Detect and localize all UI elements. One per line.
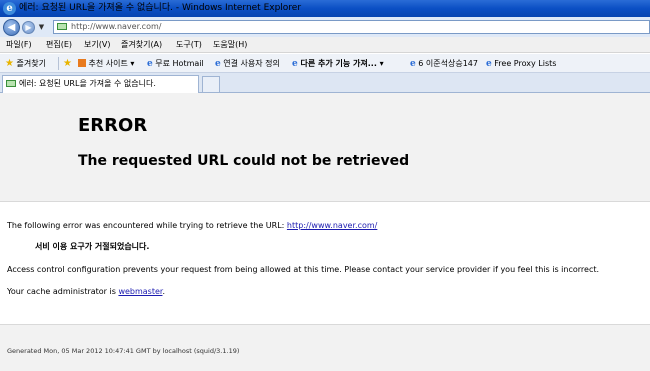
ie-page-icon: e — [486, 59, 492, 69]
ie-page-icon: e — [410, 59, 416, 69]
error-intro-line: The following error was encountered whil… — [7, 220, 377, 232]
webmaster-link[interactable]: webmaster — [118, 287, 162, 296]
recent-pages-chevron-down-icon[interactable]: ▼ — [37, 23, 46, 32]
favorite-item-customize-links[interactable]: e 연결 사용자 정의 — [215, 54, 280, 73]
menu-edit[interactable]: 편집(E) — [46, 37, 72, 53]
forward-button[interactable]: ▶ — [22, 21, 35, 34]
error-subheading: The requested URL could not be retrieved — [78, 153, 410, 169]
favorite-item-6[interactable]: e 6 이준석상승147 — [410, 54, 478, 73]
favorite-label: 추천 사이트 ▾ — [88, 59, 135, 68]
favorite-label: 무료 Hotmail — [155, 59, 204, 68]
favorite-label: 연결 사용자 정의 — [223, 59, 280, 68]
ie-logo-icon: e — [3, 2, 16, 15]
favorite-item-proxy-lists[interactable]: e Free Proxy Lists — [486, 54, 556, 73]
favorites-label: 즐겨찾기 — [16, 59, 46, 68]
tab-label[interactable]: 에러: 요청된 URL을 가져올 수 없습니다. — [19, 75, 156, 93]
menu-help[interactable]: 도움말(H) — [213, 37, 247, 53]
add-star-icon: ★ — [63, 58, 72, 69]
toolbar-separator — [58, 57, 59, 70]
access-denied-message: 서비 이용 요구가 거절되었습니다. — [35, 242, 150, 251]
address-url-text[interactable]: http://www.naver.com/ — [71, 20, 161, 34]
tab-page-icon — [6, 80, 16, 87]
menu-file[interactable]: 파일(F) — [6, 37, 32, 53]
generated-footer: Generated Mon, 05 Mar 2012 10:47:41 GMT … — [7, 347, 240, 355]
menu-tools[interactable]: 도구(T) — [176, 37, 202, 53]
favorites-button[interactable]: ★ 즐겨찾기 — [5, 54, 46, 73]
star-icon: ★ — [5, 58, 14, 69]
admin-line: Your cache administrator is webmaster. — [7, 286, 165, 298]
favorite-item-addons[interactable]: e 다른 추가 기능 가져... ▾ — [292, 54, 384, 73]
ie-page-icon: e — [292, 59, 298, 69]
window-title: 에러: 요청된 URL을 가져올 수 없습니다. - Windows Inter… — [19, 3, 302, 13]
error-heading: ERROR — [78, 115, 148, 136]
menu-view[interactable]: 보기(V) — [84, 37, 110, 53]
explanation-text: Access control configuration prevents yo… — [7, 265, 600, 274]
add-favorite-button[interactable]: ★ — [63, 54, 72, 73]
favorite-label: Free Proxy Lists — [494, 59, 557, 68]
ie-page-icon: e — [147, 59, 153, 69]
requested-url-link[interactable]: http://www.naver.com/ — [287, 221, 377, 230]
new-tab-button[interactable] — [202, 76, 220, 92]
intro-text: The following error was encountered whil… — [7, 221, 287, 230]
favorite-label: 6 이준석상승147 — [418, 59, 478, 68]
back-button[interactable]: ◀ — [3, 19, 20, 36]
favorite-item-hotmail[interactable]: e 무료 Hotmail — [147, 54, 204, 73]
orange-square-icon — [78, 59, 86, 67]
error-header-band — [0, 93, 650, 202]
admin-prefix: Your cache administrator is — [7, 287, 119, 296]
favorite-item-suggested-sites[interactable]: 추천 사이트 ▾ — [78, 54, 134, 73]
favorite-label: 다른 추가 기능 가져... ▾ — [300, 59, 384, 68]
admin-suffix: . — [162, 287, 166, 296]
page-icon — [57, 23, 67, 30]
ie-page-icon: e — [215, 59, 221, 69]
menu-favorites[interactable]: 즐겨찾기(A) — [121, 37, 162, 53]
